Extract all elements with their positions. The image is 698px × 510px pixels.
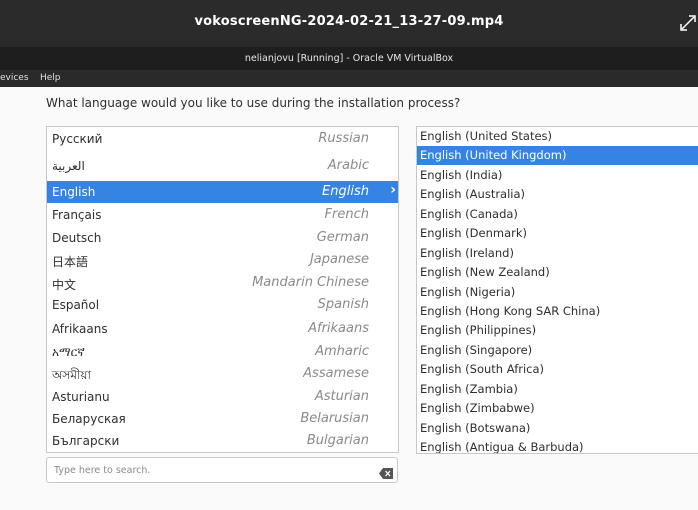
menu-help[interactable]: Help — [40, 70, 61, 87]
locale-item[interactable]: English (Antigua & Barbuda) — [417, 438, 698, 454]
language-row[interactable]: অসমীয়া Assamese — [47, 363, 398, 385]
vm-window-title: nelianjovu [Running] - Oracle VM Virtual… — [0, 47, 698, 70]
locale-label: English (Singapore) — [420, 343, 533, 357]
language-native: Deutsch — [52, 231, 102, 245]
language-english: Bulgarian — [306, 433, 369, 448]
language-english: Japanese — [309, 252, 369, 267]
language-english: Spanish — [317, 297, 369, 312]
language-row[interactable]: Български Bulgarian — [47, 430, 398, 452]
expand-icon[interactable] — [680, 12, 696, 34]
locale-item[interactable]: English (Denmark) — [417, 224, 698, 243]
locale-label: English (New Zealand) — [420, 265, 550, 279]
locale-item[interactable]: English (Canada) — [417, 205, 698, 224]
language-english: Afrikaans — [308, 321, 369, 336]
language-english: Belarusian — [300, 411, 369, 426]
language-english: Asturian — [314, 389, 369, 404]
language-english: German — [316, 230, 369, 245]
language-search-box — [46, 457, 398, 483]
locale-label: English (Nigeria) — [420, 285, 516, 299]
language-english: English — [322, 184, 369, 199]
language-native: English — [52, 185, 96, 199]
locale-label: English (Botswana) — [420, 421, 531, 435]
language-row[interactable]: Русский Russian — [47, 128, 398, 150]
locale-item[interactable]: English (South Africa) — [417, 360, 698, 379]
locale-item[interactable]: English (United States) — [417, 127, 698, 146]
title-bar: vokoscreenNG-2024-02-21_13-27-09.mp4 — [0, 0, 698, 47]
language-row[interactable]: Français French — [47, 204, 398, 226]
language-row[interactable]: አማርኛ Amharic — [47, 341, 398, 363]
language-native: Русский — [52, 132, 103, 146]
language-row-selected[interactable]: English English › — [47, 181, 398, 203]
locale-list[interactable]: English (United States) English (United … — [416, 126, 698, 454]
locale-label: English (Denmark) — [420, 226, 528, 240]
locale-label: English (South Africa) — [420, 362, 545, 376]
locale-label: English (India) — [420, 168, 503, 182]
locale-label: English (Zambia) — [420, 382, 518, 396]
locale-item[interactable]: English (Botswana) — [417, 419, 698, 438]
language-row[interactable]: Asturianu Asturian — [47, 386, 398, 408]
locale-label: English (Australia) — [420, 187, 526, 201]
locale-label: English (Ireland) — [420, 246, 514, 260]
language-row[interactable]: Español Spanish — [47, 294, 398, 316]
locale-item-selected[interactable]: English (United Kingdom) — [417, 146, 698, 165]
locale-item[interactable]: English (Australia) — [417, 185, 698, 204]
language-english: Assamese — [303, 366, 369, 381]
language-english: Russian — [318, 131, 369, 146]
window-title: vokoscreenNG-2024-02-21_13-27-09.mp4 — [194, 14, 504, 29]
language-row[interactable]: Deutsch German — [47, 227, 398, 249]
menu-bar: evices Help — [0, 70, 698, 87]
language-native: Français — [52, 208, 102, 222]
clear-search-icon[interactable] — [379, 464, 393, 479]
language-english: Arabic — [327, 158, 369, 173]
language-native: 中文 — [52, 278, 77, 292]
language-native: Español — [52, 298, 100, 312]
search-input[interactable] — [52, 461, 366, 480]
menu-devices[interactable]: evices — [0, 70, 29, 87]
language-english: French — [324, 207, 369, 222]
language-english: Amharic — [315, 344, 369, 359]
locale-item[interactable]: English (Ireland) — [417, 244, 698, 263]
language-list[interactable]: Русский Russian العربية Arabic English E… — [46, 126, 399, 453]
language-native: العربية — [52, 159, 85, 173]
language-row[interactable]: 中文 Mandarin Chinese — [47, 272, 398, 294]
locale-item[interactable]: English (New Zealand) — [417, 263, 698, 282]
language-native: Asturianu — [52, 390, 110, 404]
language-native: 日本語 — [52, 255, 89, 269]
locale-item[interactable]: English (Zimbabwe) — [417, 399, 698, 418]
locale-item[interactable]: English (Nigeria) — [417, 283, 698, 302]
locale-item[interactable]: English (Singapore) — [417, 341, 698, 360]
language-question: What language would you like to use duri… — [46, 96, 461, 110]
locale-item[interactable]: English (Philippines) — [417, 321, 698, 340]
language-native: አማርኛ — [52, 345, 85, 359]
locale-item[interactable]: English (Hong Kong SAR China) — [417, 302, 698, 321]
language-native: Afrikaans — [52, 322, 108, 336]
locale-item[interactable]: English (India) — [417, 166, 698, 185]
language-row[interactable]: Afrikaans Afrikaans — [47, 318, 398, 340]
language-row[interactable]: العربية Arabic — [47, 155, 398, 177]
locale-label: English (Canada) — [420, 207, 518, 221]
language-english: Mandarin Chinese — [252, 275, 369, 290]
locale-label: English (Philippines) — [420, 323, 537, 337]
language-row[interactable]: 日本語 Japanese — [47, 249, 398, 271]
language-native: অসমীয়া — [52, 368, 91, 382]
locale-label: English (Antigua & Barbuda) — [420, 440, 584, 454]
locale-label: English (United Kingdom) — [420, 148, 567, 162]
language-native: Беларуская — [52, 412, 126, 426]
locale-item[interactable]: English (Zambia) — [417, 380, 698, 399]
language-row[interactable]: Беларуская Belarusian — [47, 408, 398, 430]
chevron-right-icon: › — [390, 182, 396, 198]
installer-content: What language would you like to use duri… — [0, 87, 698, 510]
language-native: Български — [52, 434, 120, 448]
locale-label: English (United States) — [420, 129, 553, 143]
locale-label: English (Zimbabwe) — [420, 401, 535, 415]
locale-label: English (Hong Kong SAR China) — [420, 304, 601, 318]
